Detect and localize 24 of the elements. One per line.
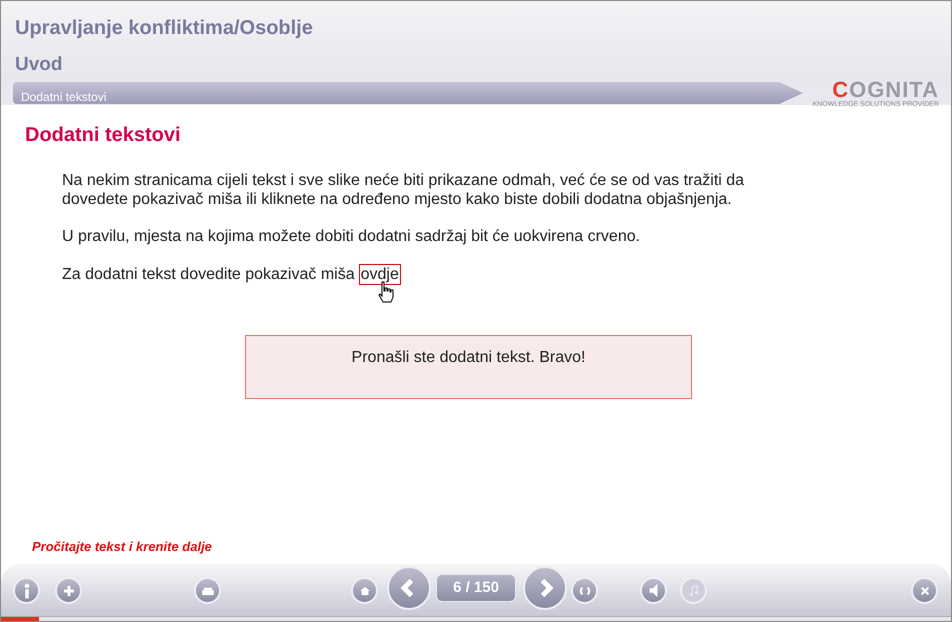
refresh-button[interactable] xyxy=(571,577,598,604)
next-button[interactable] xyxy=(523,566,567,610)
paragraph: Za dodatni tekst dovedite pokazivač miša xyxy=(62,265,355,284)
course-title: Upravljanje konfliktima/Osoblje xyxy=(15,17,313,39)
close-button[interactable] xyxy=(911,577,938,604)
paragraph: U pravilu, mjesta na kojima možete dobiti dodatni sadržaj bit će uokvirena crveno. xyxy=(62,227,642,246)
hand-cursor-icon xyxy=(378,281,394,303)
module-title: Uvod xyxy=(15,55,62,75)
speaker-button[interactable] xyxy=(640,577,667,604)
printer-button[interactable] xyxy=(194,577,221,604)
logo-wordmark: COGNITA xyxy=(832,79,939,101)
paragraph: Na nekim stranicama cijeli tekst i sve slike neće biti prikazane odmah, već će se od vas tražiti da dovedete pokazivač miša ili kliknete na određeno mjesto kako biste dobili dodatna objašnjenja. xyxy=(62,171,746,209)
speaker-icon xyxy=(649,583,658,598)
page-counter: 6 / 150 xyxy=(436,574,516,602)
page-heading: Dodatni tekstovi xyxy=(25,123,181,148)
info-icon xyxy=(24,582,30,598)
info-button[interactable] xyxy=(13,577,40,604)
popup-text: Pronašli ste dodatni tekst. Bravo! xyxy=(352,348,586,368)
previous-button[interactable] xyxy=(387,566,431,610)
home-button[interactable] xyxy=(351,577,378,604)
hotspot-link[interactable]: ovdje xyxy=(358,264,401,285)
page-title: Dodatni tekstovi xyxy=(21,90,106,104)
instruction-text: Pročitajte tekst i krenite dalje xyxy=(32,538,212,556)
plus-button[interactable] xyxy=(55,577,82,604)
